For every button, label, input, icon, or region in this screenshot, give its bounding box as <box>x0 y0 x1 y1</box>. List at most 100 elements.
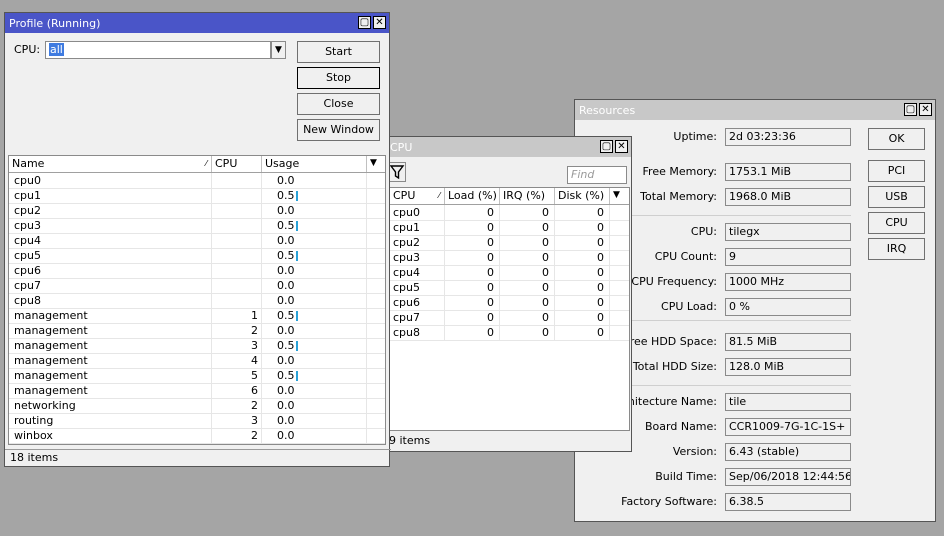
value-cell: 0 <box>445 220 500 235</box>
usage-value: 0.5 <box>277 309 295 322</box>
table-row[interactable]: cpu2 0.0 <box>9 203 385 219</box>
cpu-name-cell: cpu0 <box>390 205 445 220</box>
usage-cell: 0.0 <box>262 398 367 413</box>
name-cell: cpu2 <box>9 203 212 218</box>
close-icon[interactable]: ✕ <box>615 140 628 153</box>
cpu-label: CPU: <box>14 43 41 56</box>
value-cell: 0 <box>555 235 610 250</box>
cpu-button[interactable]: CPU <box>868 212 925 234</box>
table-row[interactable]: cpu7 0 0 0 <box>390 310 629 326</box>
table-row[interactable]: management 3 0.5 <box>9 338 385 354</box>
maximize-icon[interactable]: ▢ <box>358 16 371 29</box>
irq-button[interactable]: IRQ <box>868 238 925 260</box>
table-row[interactable]: management 4 0.0 <box>9 353 385 369</box>
usage-cell: 0.0 <box>262 233 367 248</box>
table-row[interactable]: cpu0 0 0 0 <box>390 205 629 221</box>
chevron-down-icon[interactable]: ▼ <box>271 41 286 59</box>
value-cell: 0 <box>445 235 500 250</box>
usage-bar <box>296 221 298 231</box>
table-row[interactable]: cpu2 0 0 0 <box>390 235 629 251</box>
table-row[interactable]: networking 2 0.0 <box>9 398 385 414</box>
column-header-cpu[interactable]: CPU ⁄ <box>390 188 445 204</box>
value-cell: 0 <box>555 205 610 220</box>
table-row[interactable]: management 5 0.5 <box>9 368 385 384</box>
cpu-titlebar[interactable]: CPU ▢ ✕ <box>386 137 631 157</box>
profile-window: Profile (Running) ▢ ✕ CPU: all ▼ Start S… <box>4 12 391 467</box>
value-cell: 0 <box>500 235 555 250</box>
value-cell: 0 <box>555 220 610 235</box>
columns-menu-icon[interactable]: ▼ <box>367 156 385 172</box>
close-icon[interactable]: ✕ <box>373 16 386 29</box>
cpu-name-cell: cpu4 <box>390 265 445 280</box>
value-cell: 0 <box>500 220 555 235</box>
table-row[interactable]: cpu7 0.0 <box>9 278 385 294</box>
table-row[interactable]: cpu6 0 0 0 <box>390 295 629 311</box>
total-hdd-size-label: Total HDD Size: <box>632 360 717 373</box>
cpu-count-label: CPU Count: <box>654 250 717 263</box>
build-time-label: Build Time: <box>655 470 717 483</box>
cpu-cell <box>212 218 262 233</box>
table-row[interactable]: cpu6 0.0 <box>9 263 385 279</box>
new-window-button[interactable]: New Window <box>297 119 380 141</box>
table-row[interactable]: cpu1 0.5 <box>9 188 385 204</box>
columns-menu-icon[interactable]: ▼ <box>610 188 629 204</box>
table-row[interactable]: cpu0 0.0 <box>9 173 385 189</box>
table-row[interactable]: routing 3 0.0 <box>9 413 385 429</box>
maximize-icon[interactable]: ▢ <box>904 103 917 116</box>
table-row[interactable]: cpu3 0.5 <box>9 218 385 234</box>
usb-button[interactable]: USB <box>868 186 925 208</box>
usage-cell: 0.0 <box>262 353 367 368</box>
usage-cell: 0.5 <box>262 188 367 203</box>
start-button[interactable]: Start <box>297 41 380 63</box>
table-row[interactable]: management 2 0.0 <box>9 323 385 339</box>
close-icon[interactable]: ✕ <box>919 103 932 116</box>
resources-title: Resources <box>579 103 636 117</box>
column-header-cpu[interactable]: CPU <box>212 156 262 172</box>
table-row[interactable]: winbox 2 0.0 <box>9 428 385 444</box>
resources-titlebar[interactable]: Resources ▢ ✕ <box>575 100 935 120</box>
cpu-cell: 5 <box>212 368 262 383</box>
value-cell: 0 <box>500 325 555 340</box>
cpu-cell: 3 <box>212 413 262 428</box>
value-cell: 0 <box>500 280 555 295</box>
table-row[interactable]: cpu8 0 0 0 <box>390 325 629 341</box>
column-header-disk[interactable]: Disk (%) <box>555 188 610 204</box>
cpu-select[interactable]: all <box>45 41 271 59</box>
table-row[interactable]: cpu4 0 0 0 <box>390 265 629 281</box>
table-row[interactable]: cpu4 0.0 <box>9 233 385 249</box>
pci-button[interactable]: PCI <box>868 160 925 182</box>
table-row[interactable]: cpu8 0.0 <box>9 293 385 309</box>
board-name-field: CCR1009-7G-1C-1S+ <box>725 418 851 436</box>
stop-button[interactable]: Stop <box>297 67 380 89</box>
value-cell: 0 <box>445 295 500 310</box>
build-time-field: Sep/06/2018 12:44:56 <box>725 468 851 486</box>
table-row[interactable]: management 1 0.5 <box>9 308 385 324</box>
cpu-load-field: 0 % <box>725 298 851 316</box>
profile-titlebar[interactable]: Profile (Running) ▢ ✕ <box>5 13 389 33</box>
name-cell: cpu0 <box>9 173 212 188</box>
cpu-name-cell: cpu2 <box>390 235 445 250</box>
total-hdd-size-field: 128.0 MiB <box>725 358 851 376</box>
usage-value: 0.5 <box>277 339 295 352</box>
cpu-status: 9 items <box>389 434 431 447</box>
filter-icon[interactable] <box>388 162 406 182</box>
uptime-field: 2d 03:23:36 <box>725 128 851 146</box>
close-button[interactable]: Close <box>297 93 380 115</box>
usage-value: 0.0 <box>277 294 295 307</box>
table-row[interactable]: cpu3 0 0 0 <box>390 250 629 266</box>
maximize-icon[interactable]: ▢ <box>600 140 613 153</box>
cpu-cell <box>212 188 262 203</box>
table-row[interactable]: cpu5 0 0 0 <box>390 280 629 296</box>
cpu-table-header: CPU ⁄ Load (%) IRQ (%) Disk (%) ▼ <box>390 188 629 205</box>
usage-cell: 0.0 <box>262 173 367 188</box>
column-header-name[interactable]: Name ⁄ <box>9 156 212 172</box>
table-row[interactable]: cpu5 0.5 <box>9 248 385 264</box>
column-header-irq[interactable]: IRQ (%) <box>500 188 555 204</box>
find-input[interactable]: Find <box>567 166 627 184</box>
table-row[interactable]: management 6 0.0 <box>9 383 385 399</box>
column-header-usage[interactable]: Usage <box>262 156 367 172</box>
column-header-load[interactable]: Load (%) <box>445 188 500 204</box>
value-cell: 0 <box>445 205 500 220</box>
ok-button[interactable]: OK <box>868 128 925 150</box>
table-row[interactable]: cpu1 0 0 0 <box>390 220 629 236</box>
